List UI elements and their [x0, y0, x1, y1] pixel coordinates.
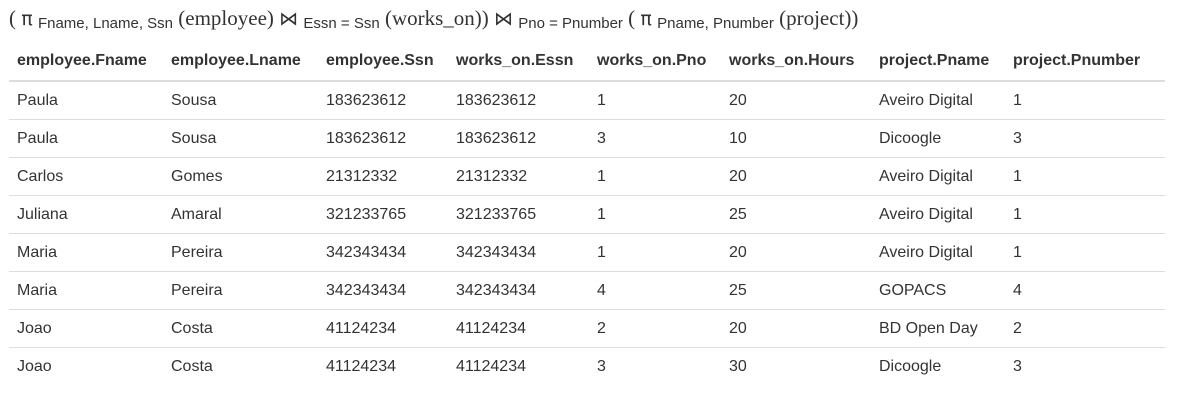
table-cell: Aveiro Digital — [871, 195, 1005, 234]
table-cell: 1 — [1005, 157, 1165, 196]
table-cell: Costa — [163, 347, 318, 385]
table-cell: Paula — [17, 91, 58, 109]
join-symbol: ⋈ — [279, 8, 299, 30]
table-header-row: employee.Fname employee.Lname employee.S… — [9, 42, 1165, 82]
table-row: Maria Pereira 342343434 342343434 4 25 G… — [9, 271, 1165, 310]
table-cell: Aveiro Digital — [879, 91, 973, 109]
projection-attributes: Fname, Lname, Ssn — [37, 15, 174, 32]
join-symbol: ⋈ — [494, 8, 514, 30]
table-cell: 3 — [1005, 347, 1165, 385]
table-cell: Sousa — [171, 91, 217, 109]
column-header: works_on.Hours — [721, 42, 871, 82]
table-cell: 30 — [721, 347, 871, 385]
table-cell: 183623612 — [448, 119, 589, 158]
table-cell: 1 — [1005, 233, 1165, 272]
table-cell: 3 — [1005, 119, 1165, 158]
column-header: employee.Fname — [9, 42, 163, 82]
table-cell: 21312332 — [318, 157, 448, 196]
column-header: employee.Lname — [163, 42, 318, 82]
open-paren: ( — [9, 6, 16, 30]
table-cell: GOPACS — [871, 271, 1005, 310]
result-table: employee.Fname employee.Lname employee.S… — [9, 42, 1165, 385]
table-cell: Juliana — [9, 195, 163, 234]
projection-symbol: π — [21, 8, 33, 30]
table-row: Carlos Gomes 21312332 21312332 1 20 Avei… — [9, 157, 1165, 196]
table-cell: Costa — [163, 309, 318, 348]
table-cell: 1 — [1005, 195, 1165, 234]
table-cell: Dicoogle — [871, 347, 1005, 385]
table-cell: 25 — [721, 271, 871, 310]
table-cell: 4 — [589, 271, 721, 310]
table-cell: 183623612 — [326, 91, 407, 109]
projection-symbol: π — [640, 8, 652, 30]
table-cell: 342343434 — [318, 271, 448, 310]
table-cell: 41124234 — [448, 309, 589, 348]
table-cell: 183623612 — [318, 119, 448, 158]
table-row: Juliana Amaral 321233765 321233765 1 25 … — [9, 195, 1165, 234]
table-row: Maria Pereira 342343434 342343434 1 20 A… — [9, 233, 1165, 272]
table-cell: 41124234 — [448, 347, 589, 385]
column-header: project.Pname — [871, 42, 1005, 82]
table-cell: 342343434 — [318, 233, 448, 272]
table-cell: 41124234 — [318, 347, 448, 385]
table-cell: Joao — [9, 347, 163, 385]
table-row: Paula Sousa 183623612 183623612 3 10 Dic… — [9, 119, 1165, 158]
table-cell: Pereira — [163, 233, 318, 272]
column-header: employee.Ssn — [318, 42, 448, 82]
table-cell: 20 — [721, 157, 871, 196]
table-cell: Paula — [9, 119, 163, 158]
table-cell: 1 — [1013, 91, 1022, 109]
table-cell: Aveiro Digital — [871, 233, 1005, 272]
table-cell: 1 — [597, 91, 606, 109]
table-cell: 20 — [729, 91, 747, 109]
table-cell: 2 — [1005, 309, 1165, 348]
table-cell: Maria — [9, 271, 163, 310]
relation-works-on: (works_on)) — [384, 6, 489, 30]
table-cell: 183623612 — [456, 91, 537, 109]
table-row: Joao Costa 41124234 41124234 3 30 Dicoog… — [9, 347, 1165, 385]
table-cell: 1 — [589, 157, 721, 196]
table-cell: 3 — [589, 119, 721, 158]
relation-project: (project)) — [779, 6, 859, 30]
table-cell: Amaral — [163, 195, 318, 234]
relation-employee: (employee) — [178, 6, 274, 30]
table-cell: 321233765 — [318, 195, 448, 234]
table-cell: 20 — [721, 233, 871, 272]
relational-algebra-expression: ( π Fname, Lname, Ssn (employee) ⋈ Essn … — [9, 6, 859, 32]
table-cell: 21312332 — [448, 157, 589, 196]
table-cell: 1 — [589, 233, 721, 272]
table-cell: Dicoogle — [871, 119, 1005, 158]
table-cell: BD Open Day — [871, 309, 1005, 348]
table-cell: 4 — [1005, 271, 1165, 310]
table-cell: 342343434 — [448, 271, 589, 310]
table-cell: 10 — [721, 119, 871, 158]
table-cell: 20 — [721, 309, 871, 348]
table-cell: 321233765 — [448, 195, 589, 234]
table-cell: 3 — [589, 347, 721, 385]
table-cell: 25 — [721, 195, 871, 234]
table-cell: Pereira — [163, 271, 318, 310]
join-condition: Essn = Ssn — [303, 15, 380, 32]
table-cell: Sousa — [163, 119, 318, 158]
column-header: works_on.Essn — [448, 42, 589, 82]
open-paren: ( — [628, 6, 636, 30]
projection-attributes: Pname, Pnumber — [657, 15, 774, 32]
table-cell: Aveiro Digital — [871, 157, 1005, 196]
join-condition: Pno = Pnumber — [518, 15, 623, 32]
table-cell: 1 — [589, 195, 721, 234]
table-cell: Carlos — [9, 157, 163, 196]
column-header: project.Pnumber — [1005, 42, 1165, 82]
column-header: works_on.Pno — [589, 42, 721, 82]
table-cell: 2 — [589, 309, 721, 348]
table-row: Paula Sousa 183623612 183623612 1 20 Ave… — [9, 81, 1165, 120]
table-cell: 342343434 — [448, 233, 589, 272]
table-cell: Gomes — [163, 157, 318, 196]
table-cell: Maria — [9, 233, 163, 272]
table-cell: Joao — [9, 309, 163, 348]
table-cell: 41124234 — [318, 309, 448, 348]
table-row: Joao Costa 41124234 41124234 2 20 BD Ope… — [9, 309, 1165, 348]
